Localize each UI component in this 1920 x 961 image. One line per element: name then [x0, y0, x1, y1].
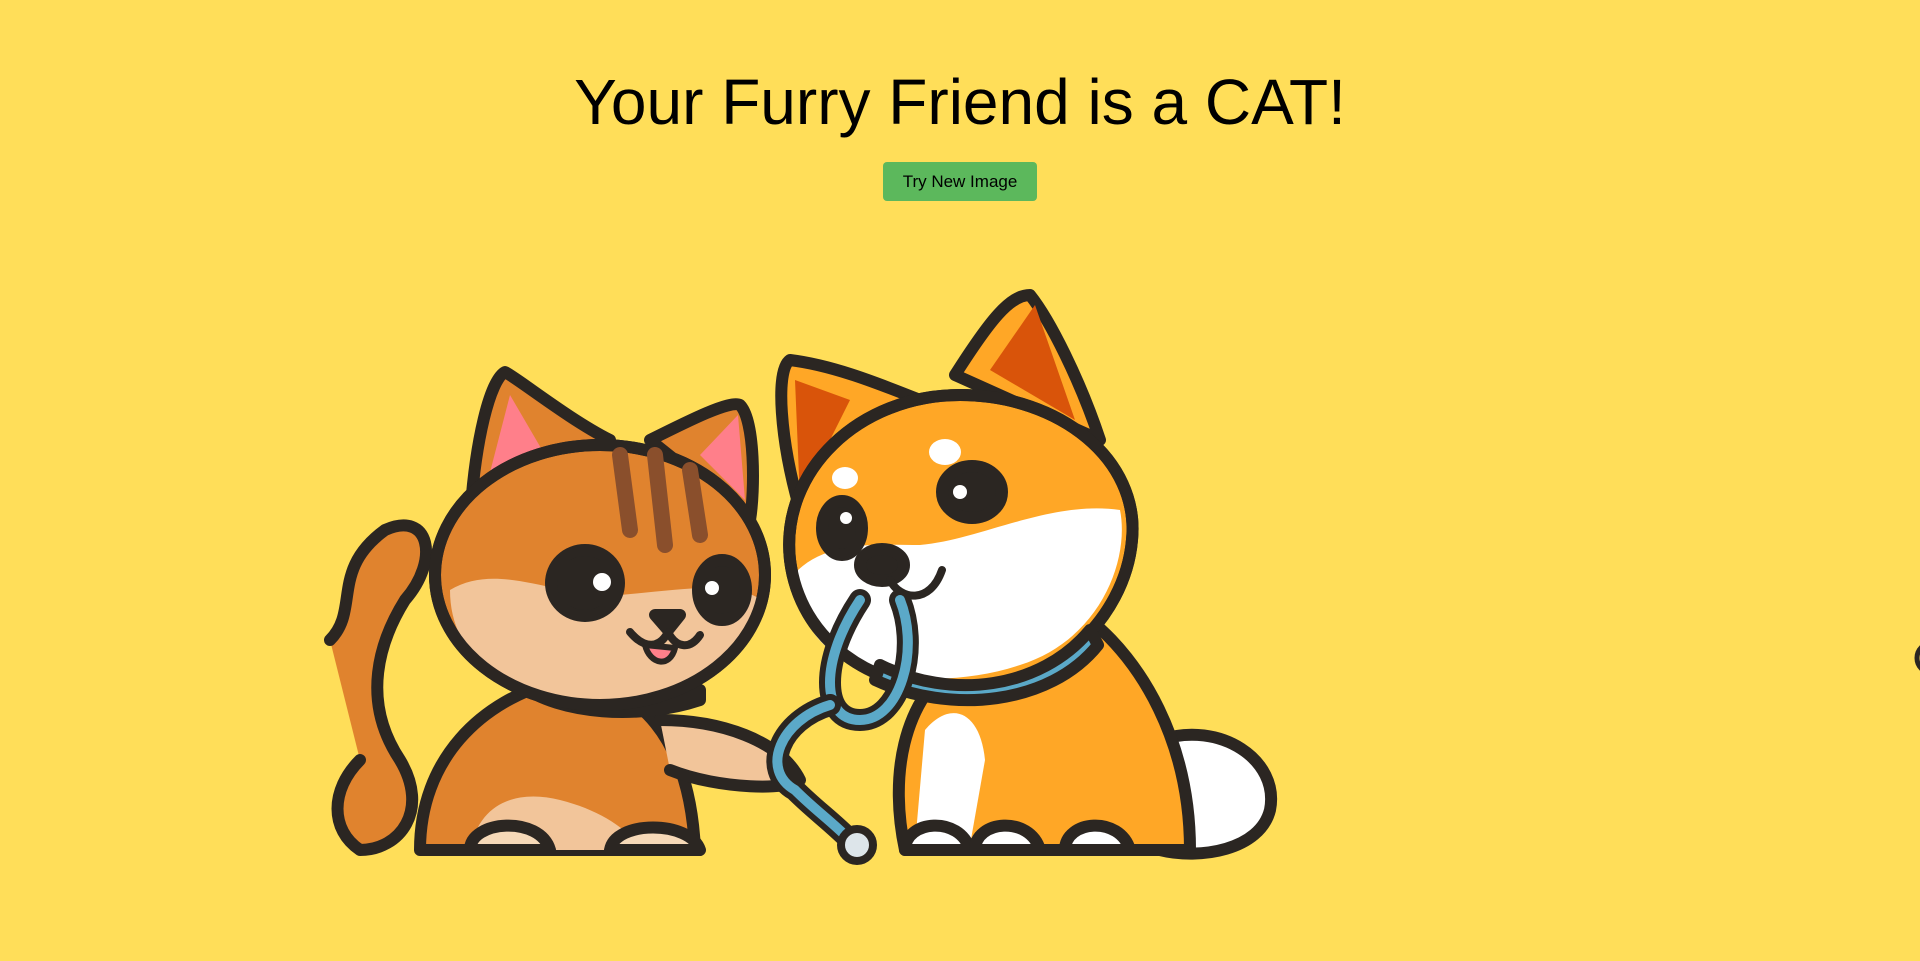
cat-stripe-2 — [647, 447, 673, 553]
dog-figure — [775, 289, 1278, 860]
cat-stripe-3 — [682, 462, 708, 543]
dog-eye-right — [936, 460, 1008, 524]
cat-figure — [324, 366, 806, 856]
cat-and-dog-illustration — [324, 289, 1278, 865]
cat-tongue — [642, 642, 678, 665]
page-title: Your Furry Friend is a CAT! — [574, 66, 1346, 138]
dog-eyebrow-right — [929, 439, 961, 465]
dog-eye-left — [816, 495, 868, 561]
dog-paw-2 — [969, 819, 1046, 856]
cat-eye-right — [692, 554, 752, 626]
cat-tail — [324, 519, 432, 856]
dog-nose — [854, 543, 910, 587]
dog-paw-3 — [1059, 819, 1136, 856]
cat-paw-left — [464, 819, 556, 856]
try-new-image-button[interactable]: Try New Image — [883, 162, 1037, 201]
cat-nose — [649, 609, 686, 636]
dog-paw-1 — [899, 819, 976, 856]
cat-stripe-1 — [612, 447, 638, 538]
edge-ring-fragment — [1914, 645, 1920, 671]
leash-clip — [837, 825, 877, 865]
dog-eyebrow-left — [832, 467, 858, 489]
cat-paw-right — [604, 821, 706, 856]
